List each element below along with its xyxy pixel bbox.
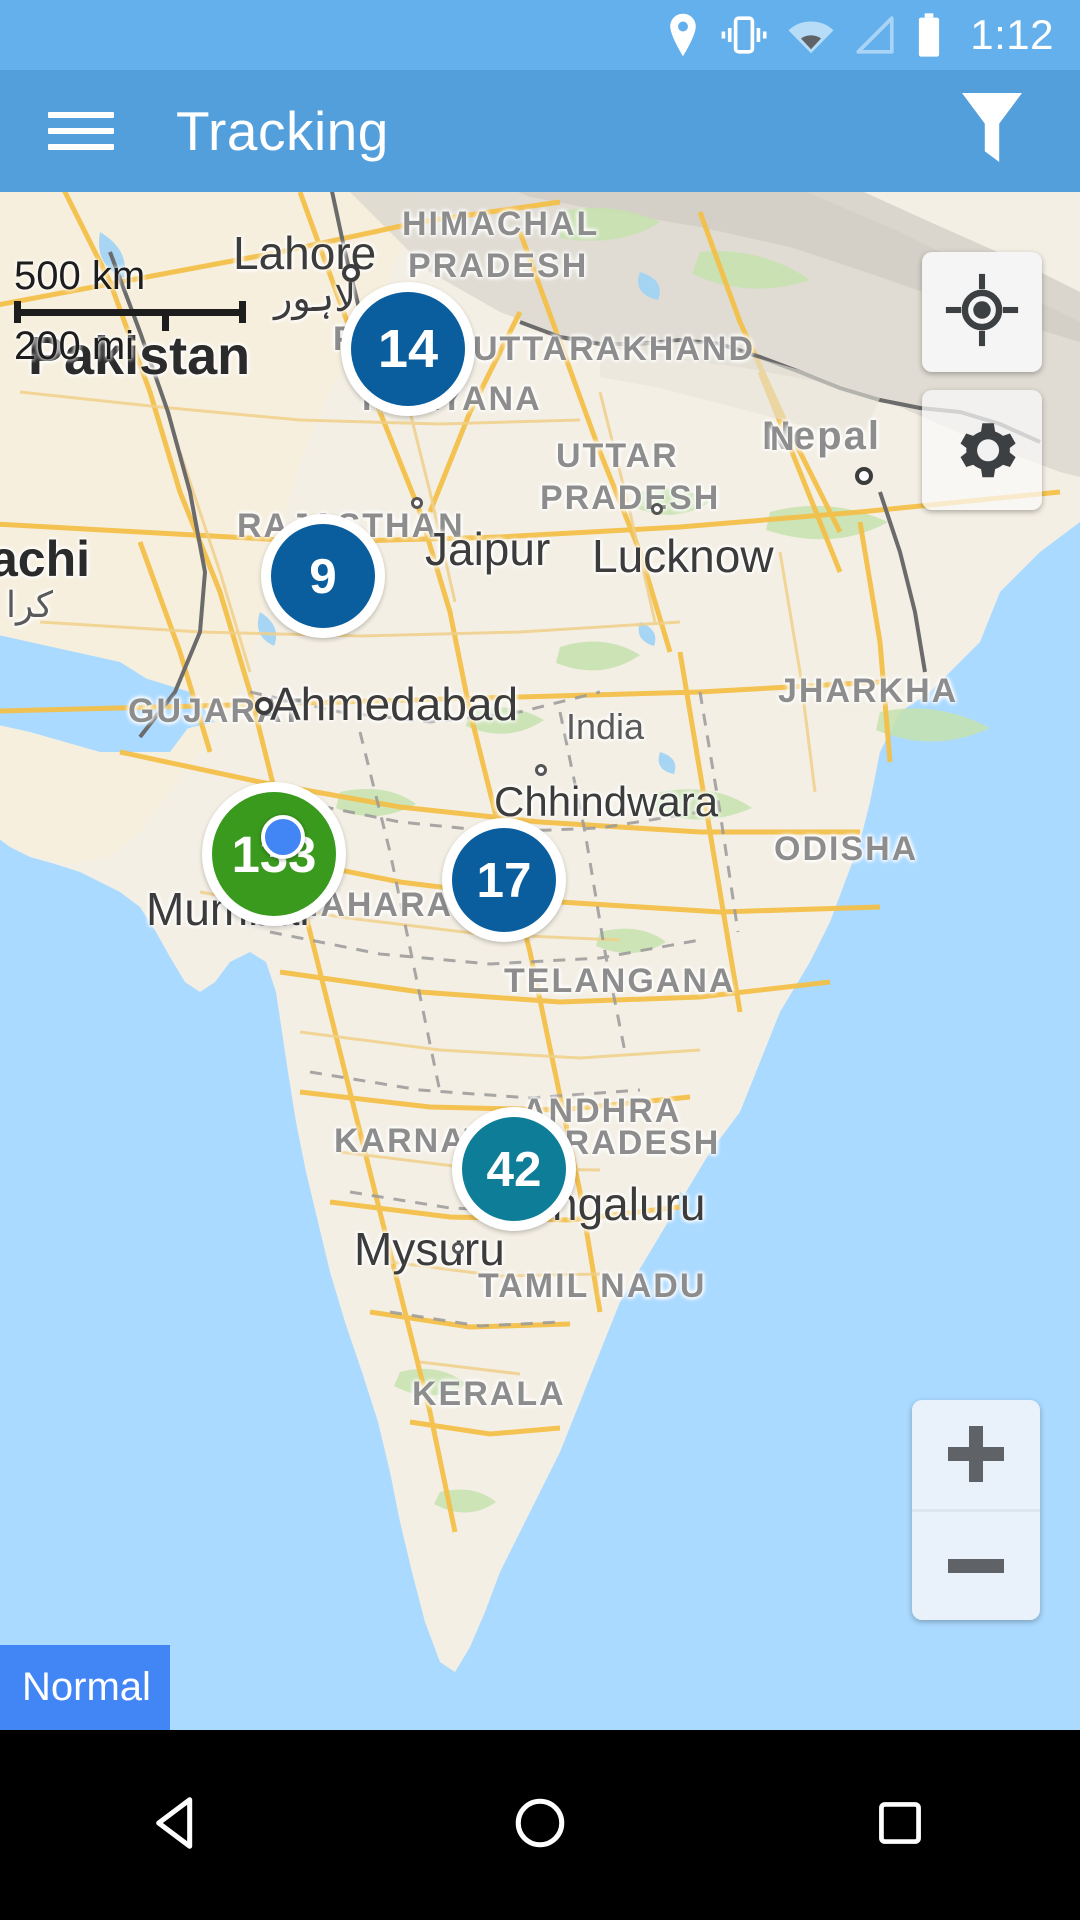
city-dot-ahmedabad <box>255 697 273 715</box>
hamburger-menu-icon[interactable] <box>48 102 114 160</box>
vibrate-icon <box>720 14 768 56</box>
city-dot-jaipur-area <box>411 497 423 509</box>
android-nav-bar <box>0 1730 1080 1920</box>
scale-km-label: 500 km <box>14 254 146 298</box>
cluster-count: 17 <box>452 828 556 932</box>
battery-icon <box>916 13 942 57</box>
city-dot-chhindwara <box>535 764 547 776</box>
status-bar: 1:12 <box>0 0 1080 70</box>
zoom-out-button[interactable] <box>912 1508 1040 1621</box>
my-location-button[interactable] <box>922 252 1042 372</box>
plus-icon-vertical <box>969 1426 983 1483</box>
map-settings-button[interactable] <box>922 390 1042 510</box>
cluster-count: 9 <box>271 524 375 628</box>
city-dot-nepal <box>855 467 873 485</box>
map-type-button[interactable]: Normal <box>0 1645 170 1730</box>
phone-screen: 1:12 Tracking HIMACHAL PRADESH Lahore لا… <box>0 0 1080 1920</box>
filter-funnel-icon[interactable] <box>956 87 1028 176</box>
map-scale-bar: 500 km 200 mi <box>14 254 246 369</box>
cluster-marker[interactable]: 14 <box>341 282 475 416</box>
back-triangle-icon <box>149 1792 211 1859</box>
scale-mi-label: 200 mi <box>14 324 135 368</box>
zoom-in-button[interactable] <box>912 1400 1040 1509</box>
map-type-label: Normal <box>22 1665 151 1709</box>
home-circle-icon <box>511 1794 569 1857</box>
city-dot-mysuru <box>452 1242 464 1254</box>
wifi-icon <box>788 15 834 55</box>
map-canvas[interactable]: HIMACHALPRADESHLahoreلاہورUTTARAKHANDPUH… <box>0 192 1080 1730</box>
cluster-marker[interactable]: 42 <box>452 1107 576 1231</box>
cell-signal-icon <box>854 15 896 55</box>
cluster-marker[interactable]: 17 <box>442 818 566 942</box>
zoom-controls <box>912 1400 1040 1620</box>
gear-icon <box>944 410 1020 491</box>
scale-ruler <box>14 301 246 331</box>
cluster-marker[interactable]: 9 <box>261 514 385 638</box>
my-location-crosshair-icon <box>944 272 1020 353</box>
status-time: 1:12 <box>970 11 1054 58</box>
app-bar: Tracking <box>0 70 1080 192</box>
location-pin-icon <box>666 13 700 57</box>
nav-recents-button[interactable] <box>800 1775 1000 1875</box>
cluster-count: 14 <box>351 292 465 406</box>
cluster-count: 42 <box>462 1117 566 1221</box>
city-dot-lucknow <box>651 503 663 515</box>
city-dot-lahore <box>342 264 360 282</box>
page-title: Tracking <box>176 100 389 162</box>
minus-icon <box>948 1558 1004 1573</box>
recents-square-icon <box>873 1796 927 1855</box>
nav-back-button[interactable] <box>80 1775 280 1875</box>
nav-home-button[interactable] <box>440 1775 640 1875</box>
user-location-dot <box>261 815 305 859</box>
